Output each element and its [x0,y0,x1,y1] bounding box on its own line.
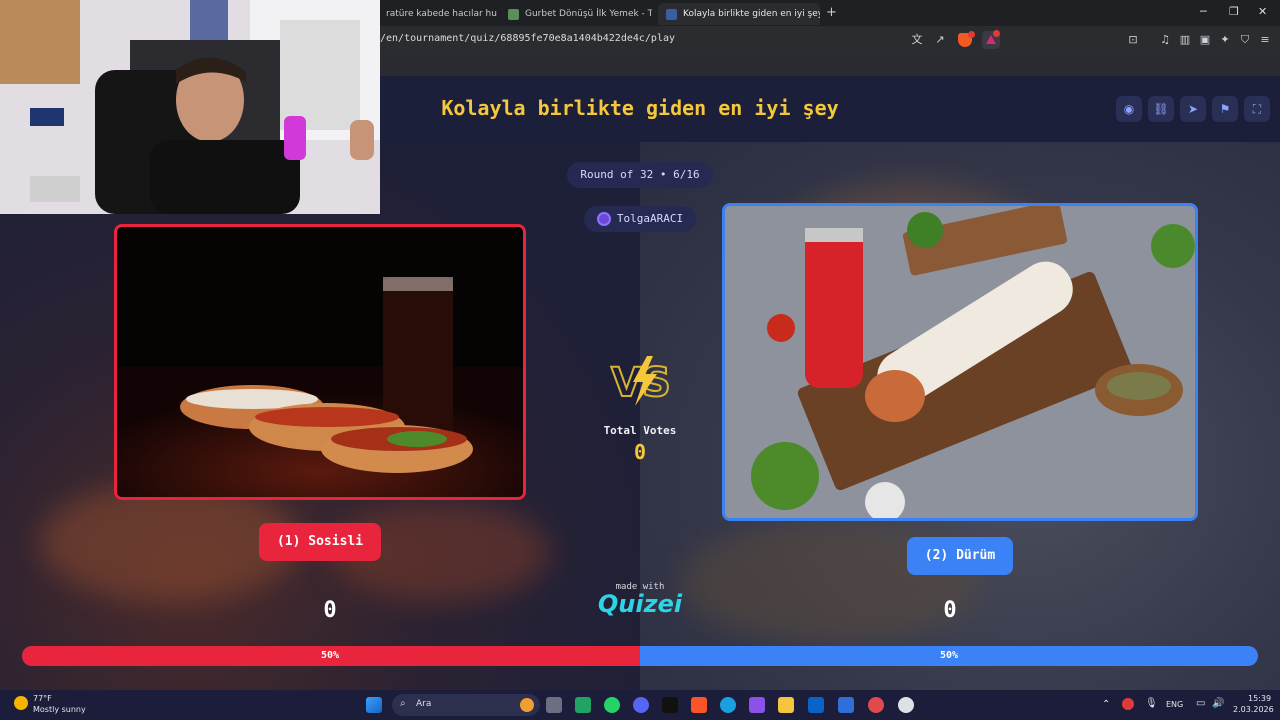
weather-desc: Mostly sunny [33,705,86,714]
excel-icon[interactable] [575,697,591,713]
volume-icon[interactable]: 🔊 [1212,698,1224,709]
tab-favicon-icon [666,8,677,20]
copy-link-button[interactable]: ⛓ [1148,96,1174,122]
weather-icon[interactable] [14,696,28,710]
browser-tab[interactable]: Gurbet Dönüşü İlk Yemek - Tier List, [500,3,652,25]
windows-taskbar: 77°F Mostly sunny ⌕ Ara ⌃ 🎙 ENG ▭ 🔊 15:3… [0,690,1280,720]
creator-name: TolgaARACI [616,212,684,225]
left-vote-count: 0 [323,598,337,623]
clock-date[interactable]: 2.03.2026 [1233,705,1274,714]
creator-badge[interactable]: TolgaARACI [584,206,696,232]
vote-progress-bar: 50% 50% [22,646,1258,666]
app-icon[interactable] [868,697,884,713]
vs-icon: VS [610,356,672,407]
app-icon[interactable] [662,697,678,713]
fullscreen-icon: ⛶ [1252,102,1262,116]
media-icon[interactable]: ♫ [1158,33,1172,47]
total-votes-value: 0 [633,440,647,464]
view-button[interactable]: ◉ [1116,96,1142,122]
vote-right-button[interactable]: (2) Dürüm [907,537,1013,575]
report-button[interactable]: ⚑ [1212,96,1238,122]
option-card-right[interactable] [722,203,1198,521]
brave-icon[interactable] [691,697,707,713]
right-percent: 50% [939,650,959,661]
fullscreen-button[interactable]: ⛶ [1244,96,1270,122]
taskbar-search[interactable]: ⌕ Ara [392,694,540,716]
sidebar-icon[interactable]: ▥ [1178,33,1192,47]
avatar [596,212,611,226]
tray-icon[interactable] [1122,698,1134,710]
wallet-icon[interactable]: ▣ [1198,33,1212,47]
share-button[interactable]: ➤ [1180,96,1206,122]
right-vote-count: 0 [943,598,957,623]
close-window-button[interactable]: ✕ [1258,5,1267,18]
option-card-left[interactable] [114,224,526,500]
outlook-icon[interactable] [808,697,824,713]
vpn-shield-icon[interactable]: ⛉ [1238,33,1252,47]
discord-icon[interactable] [633,697,649,713]
svg-text:VS: VS [611,360,671,406]
tab-label: ratüre kabede hacılar hu der [386,9,498,19]
flag-icon: ⚑ [1219,102,1231,116]
eye-icon: ◉ [1123,102,1135,116]
notification-badge [968,31,975,38]
copilot-icon[interactable] [749,697,765,713]
hotdog-image [117,277,523,497]
windows-start-icon[interactable] [366,697,382,713]
round-badge: Round of 32 • 6/16 [567,162,713,188]
screenshot-icon[interactable]: ⊡ [1126,33,1140,47]
file-explorer-icon[interactable] [778,697,794,713]
chevron-up-icon[interactable]: ⌃ [1102,699,1110,710]
maximize-button[interactable]: ❐ [1229,5,1239,18]
tab-favicon-icon [508,8,519,20]
network-icon[interactable]: ▭ [1196,698,1205,709]
search-placeholder: Ara [416,699,432,709]
browser-tab[interactable]: ratüre kabede hacılar hu der [378,3,498,25]
url-field[interactable]: /en/tournament/quiz/68895fe70e8a1404b422… [380,33,675,44]
link-icon: ⛓ [1153,102,1169,116]
minimize-button[interactable]: ─ [1200,5,1207,18]
durum-image [725,206,1195,518]
search-icon: ⌕ [400,698,406,709]
language-indicator[interactable]: ENG [1166,700,1183,709]
clock-time[interactable]: 15:39 [1248,694,1271,703]
menu-icon[interactable]: ≡ [1258,33,1272,47]
weather-temp: 77°F [33,694,52,703]
notification-badge [993,30,1000,37]
tab-label: Kolayla birlikte giden en iyi şey [683,9,820,19]
new-tab-button[interactable]: + [826,5,837,20]
vote-left-button[interactable]: (1) Sosisli [259,523,381,561]
edge-icon[interactable] [720,697,736,713]
search-highlight-icon [520,698,534,712]
microphone-icon[interactable]: 🎙 [1145,698,1158,709]
brand-logo[interactable]: Quizei [580,590,700,618]
total-votes-label: Total Votes [603,424,677,437]
browser-tab-active[interactable]: Kolayla birlikte giden en iyi şey ✕ [658,3,820,25]
tab-label: Gurbet Dönüşü İlk Yemek - Tier List, [525,9,652,19]
store-icon[interactable] [838,697,854,713]
left-percent: 50% [320,650,340,661]
streamer-video [0,0,380,214]
send-icon: ➤ [1187,102,1199,116]
translate-icon[interactable]: 文 [910,33,924,47]
webcam-overlay [0,0,380,214]
share-icon[interactable]: ↗ [933,33,947,47]
settings-icon[interactable] [898,697,914,713]
task-view-icon[interactable] [546,697,562,713]
whatsapp-icon[interactable] [604,697,620,713]
ai-icon[interactable]: ✦ [1218,33,1232,47]
